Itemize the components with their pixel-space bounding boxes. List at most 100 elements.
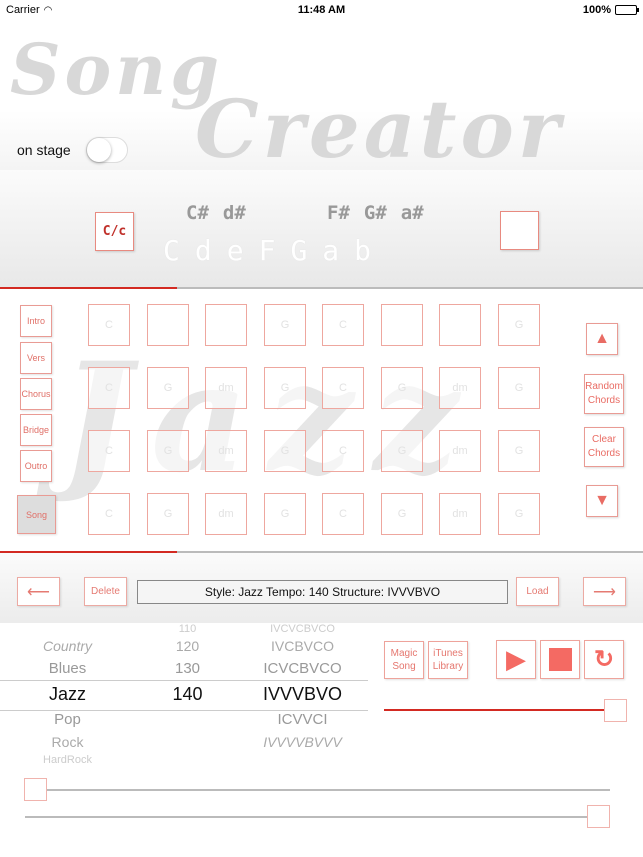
random-chords-button[interactable]: Random Chords xyxy=(584,374,624,414)
play-button[interactable]: ▶ xyxy=(496,640,536,679)
picker-row[interactable]: ICVVCI xyxy=(240,711,365,728)
section-button-intro[interactable]: Intro xyxy=(20,305,52,337)
slider-2-track[interactable] xyxy=(25,816,610,818)
slider-2-thumb[interactable] xyxy=(587,805,610,828)
previous-song-button[interactable]: ⟵ xyxy=(17,577,60,606)
chord-cell[interactable]: C xyxy=(88,493,130,535)
key-d-sharp[interactable]: d# xyxy=(223,202,246,224)
chord-cell[interactable]: G xyxy=(498,430,540,472)
song-creator-app: Carrier ◠ 11:48 AM 100% Song Creator on … xyxy=(0,0,643,857)
chord-cell[interactable]: C xyxy=(322,367,364,409)
section-button-song[interactable]: Song xyxy=(17,495,56,534)
picker-row[interactable]: 120 xyxy=(140,638,235,654)
key-mode-button[interactable]: C/c xyxy=(95,212,134,251)
chord-cell[interactable]: C xyxy=(88,304,130,346)
picker-row[interactable]: HardRock xyxy=(10,754,125,763)
section-button-vers[interactable]: Vers xyxy=(20,342,52,374)
song-navigation-bar: ⟵ Delete Style: Jazz Tempo: 140 Structur… xyxy=(0,553,643,623)
slider-1-thumb[interactable] xyxy=(24,778,47,801)
section-button-bridge[interactable]: Bridge xyxy=(20,414,52,446)
chord-cell[interactable]: C xyxy=(88,367,130,409)
load-button[interactable]: Load xyxy=(516,577,559,606)
key-e[interactable]: e xyxy=(227,234,244,267)
chord-cell[interactable] xyxy=(147,304,189,346)
chord-cell[interactable]: G xyxy=(264,493,306,535)
key-b[interactable]: b xyxy=(354,234,371,267)
volume-slider-thumb[interactable] xyxy=(604,699,627,722)
picker-row[interactable]: 110 xyxy=(140,623,235,635)
magic-song-button[interactable]: Magic Song xyxy=(384,641,424,679)
itunes-library-button[interactable]: iTunes Library xyxy=(428,641,468,679)
delete-button[interactable]: Delete xyxy=(84,577,127,606)
chord-cell[interactable]: G xyxy=(147,493,189,535)
picker-row[interactable]: IVCVCBVCO xyxy=(240,623,365,635)
slider-1-track[interactable] xyxy=(25,789,610,791)
key-blank-button[interactable] xyxy=(500,211,539,250)
picker-row[interactable]: Blues xyxy=(10,660,125,677)
picker-row[interactable]: ICVCBVCO xyxy=(240,660,365,677)
chord-cell[interactable]: G xyxy=(147,367,189,409)
down-arrow-icon: ▼ xyxy=(594,492,610,509)
scroll-down-button[interactable]: ▼ xyxy=(586,485,618,517)
volume-slider-track[interactable] xyxy=(384,709,604,711)
chord-cell[interactable] xyxy=(439,304,481,346)
chord-cell[interactable]: G xyxy=(264,430,306,472)
key-d[interactable]: d xyxy=(195,234,212,267)
style-column[interactable]: Country Blues Jazz Pop Rock HardRock xyxy=(10,623,125,763)
on-stage-toggle[interactable] xyxy=(86,137,128,163)
chord-cell[interactable]: dm xyxy=(205,430,247,472)
clear-chords-button[interactable]: Clear Chords xyxy=(584,427,624,467)
chord-cell[interactable]: dm xyxy=(439,430,481,472)
stop-button[interactable] xyxy=(540,640,580,679)
picker-row[interactable]: IVCBVCO xyxy=(240,638,365,654)
sharp-keys-left: C# d# xyxy=(186,202,260,224)
chord-cell[interactable]: G xyxy=(498,367,540,409)
chord-cell[interactable]: C xyxy=(88,430,130,472)
chord-cell[interactable]: G xyxy=(264,367,306,409)
repeat-button[interactable]: ↻ xyxy=(584,640,624,679)
chord-cell[interactable]: C xyxy=(322,493,364,535)
chord-cell[interactable]: G xyxy=(381,367,423,409)
picker-row[interactable]: Pop xyxy=(10,711,125,728)
key-a[interactable]: a xyxy=(322,234,339,267)
chord-cell[interactable]: G xyxy=(381,493,423,535)
picker-row[interactable]: Country xyxy=(10,638,125,654)
picker-row[interactable]: 140 xyxy=(140,684,235,705)
key-a-sharp[interactable]: a# xyxy=(401,202,424,224)
picker-row[interactable]: IVVVBVO xyxy=(240,684,365,705)
logo-song: Song xyxy=(10,28,224,111)
key-g-sharp[interactable]: G# xyxy=(364,202,387,224)
chord-cell[interactable]: G xyxy=(264,304,306,346)
chord-cell[interactable] xyxy=(381,304,423,346)
key-g[interactable]: G xyxy=(290,234,307,267)
chord-cell[interactable]: G xyxy=(381,430,423,472)
section-button-outro[interactable]: Outro xyxy=(20,450,52,482)
chord-cell[interactable]: C xyxy=(322,304,364,346)
chord-cell[interactable] xyxy=(205,304,247,346)
picker-row[interactable]: Jazz xyxy=(10,684,125,705)
next-song-button[interactable]: ⟶ xyxy=(583,577,626,606)
tempo-column[interactable]: 110 120 130 140 xyxy=(140,623,235,763)
chord-cell[interactable]: G xyxy=(498,493,540,535)
chord-cell[interactable]: dm xyxy=(439,367,481,409)
key-f-sharp[interactable]: F# xyxy=(327,202,350,224)
structure-column[interactable]: IVCVCBVCO IVCBVCO ICVCBVCO IVVVBVO ICVVCI IVV… xyxy=(240,623,365,763)
chord-cell[interactable]: dm xyxy=(205,493,247,535)
section-button-chorus[interactable]: Chorus xyxy=(20,378,52,410)
chord-cell[interactable]: C xyxy=(322,430,364,472)
on-stage-label: on stage xyxy=(17,142,71,158)
key-c-sharp[interactable]: C# xyxy=(186,202,209,224)
picker-row[interactable]: Rock xyxy=(10,734,125,750)
chord-cell[interactable]: dm xyxy=(439,493,481,535)
key-f[interactable]: F xyxy=(259,234,276,267)
key-c[interactable]: C xyxy=(163,234,180,267)
key-progress-fill xyxy=(0,287,177,289)
chord-cell[interactable]: G xyxy=(498,304,540,346)
style-tempo-structure-picker[interactable]: Country Blues Jazz Pop Rock HardRock 110 120 13… xyxy=(0,623,370,763)
scroll-up-button[interactable]: ▲ xyxy=(586,323,618,355)
battery-icon xyxy=(615,5,639,15)
chord-cell[interactable]: G xyxy=(147,430,189,472)
picker-row[interactable]: 130 xyxy=(140,660,235,677)
chord-cell[interactable]: dm xyxy=(205,367,247,409)
picker-row[interactable]: IVVVVBVVV xyxy=(240,734,365,750)
